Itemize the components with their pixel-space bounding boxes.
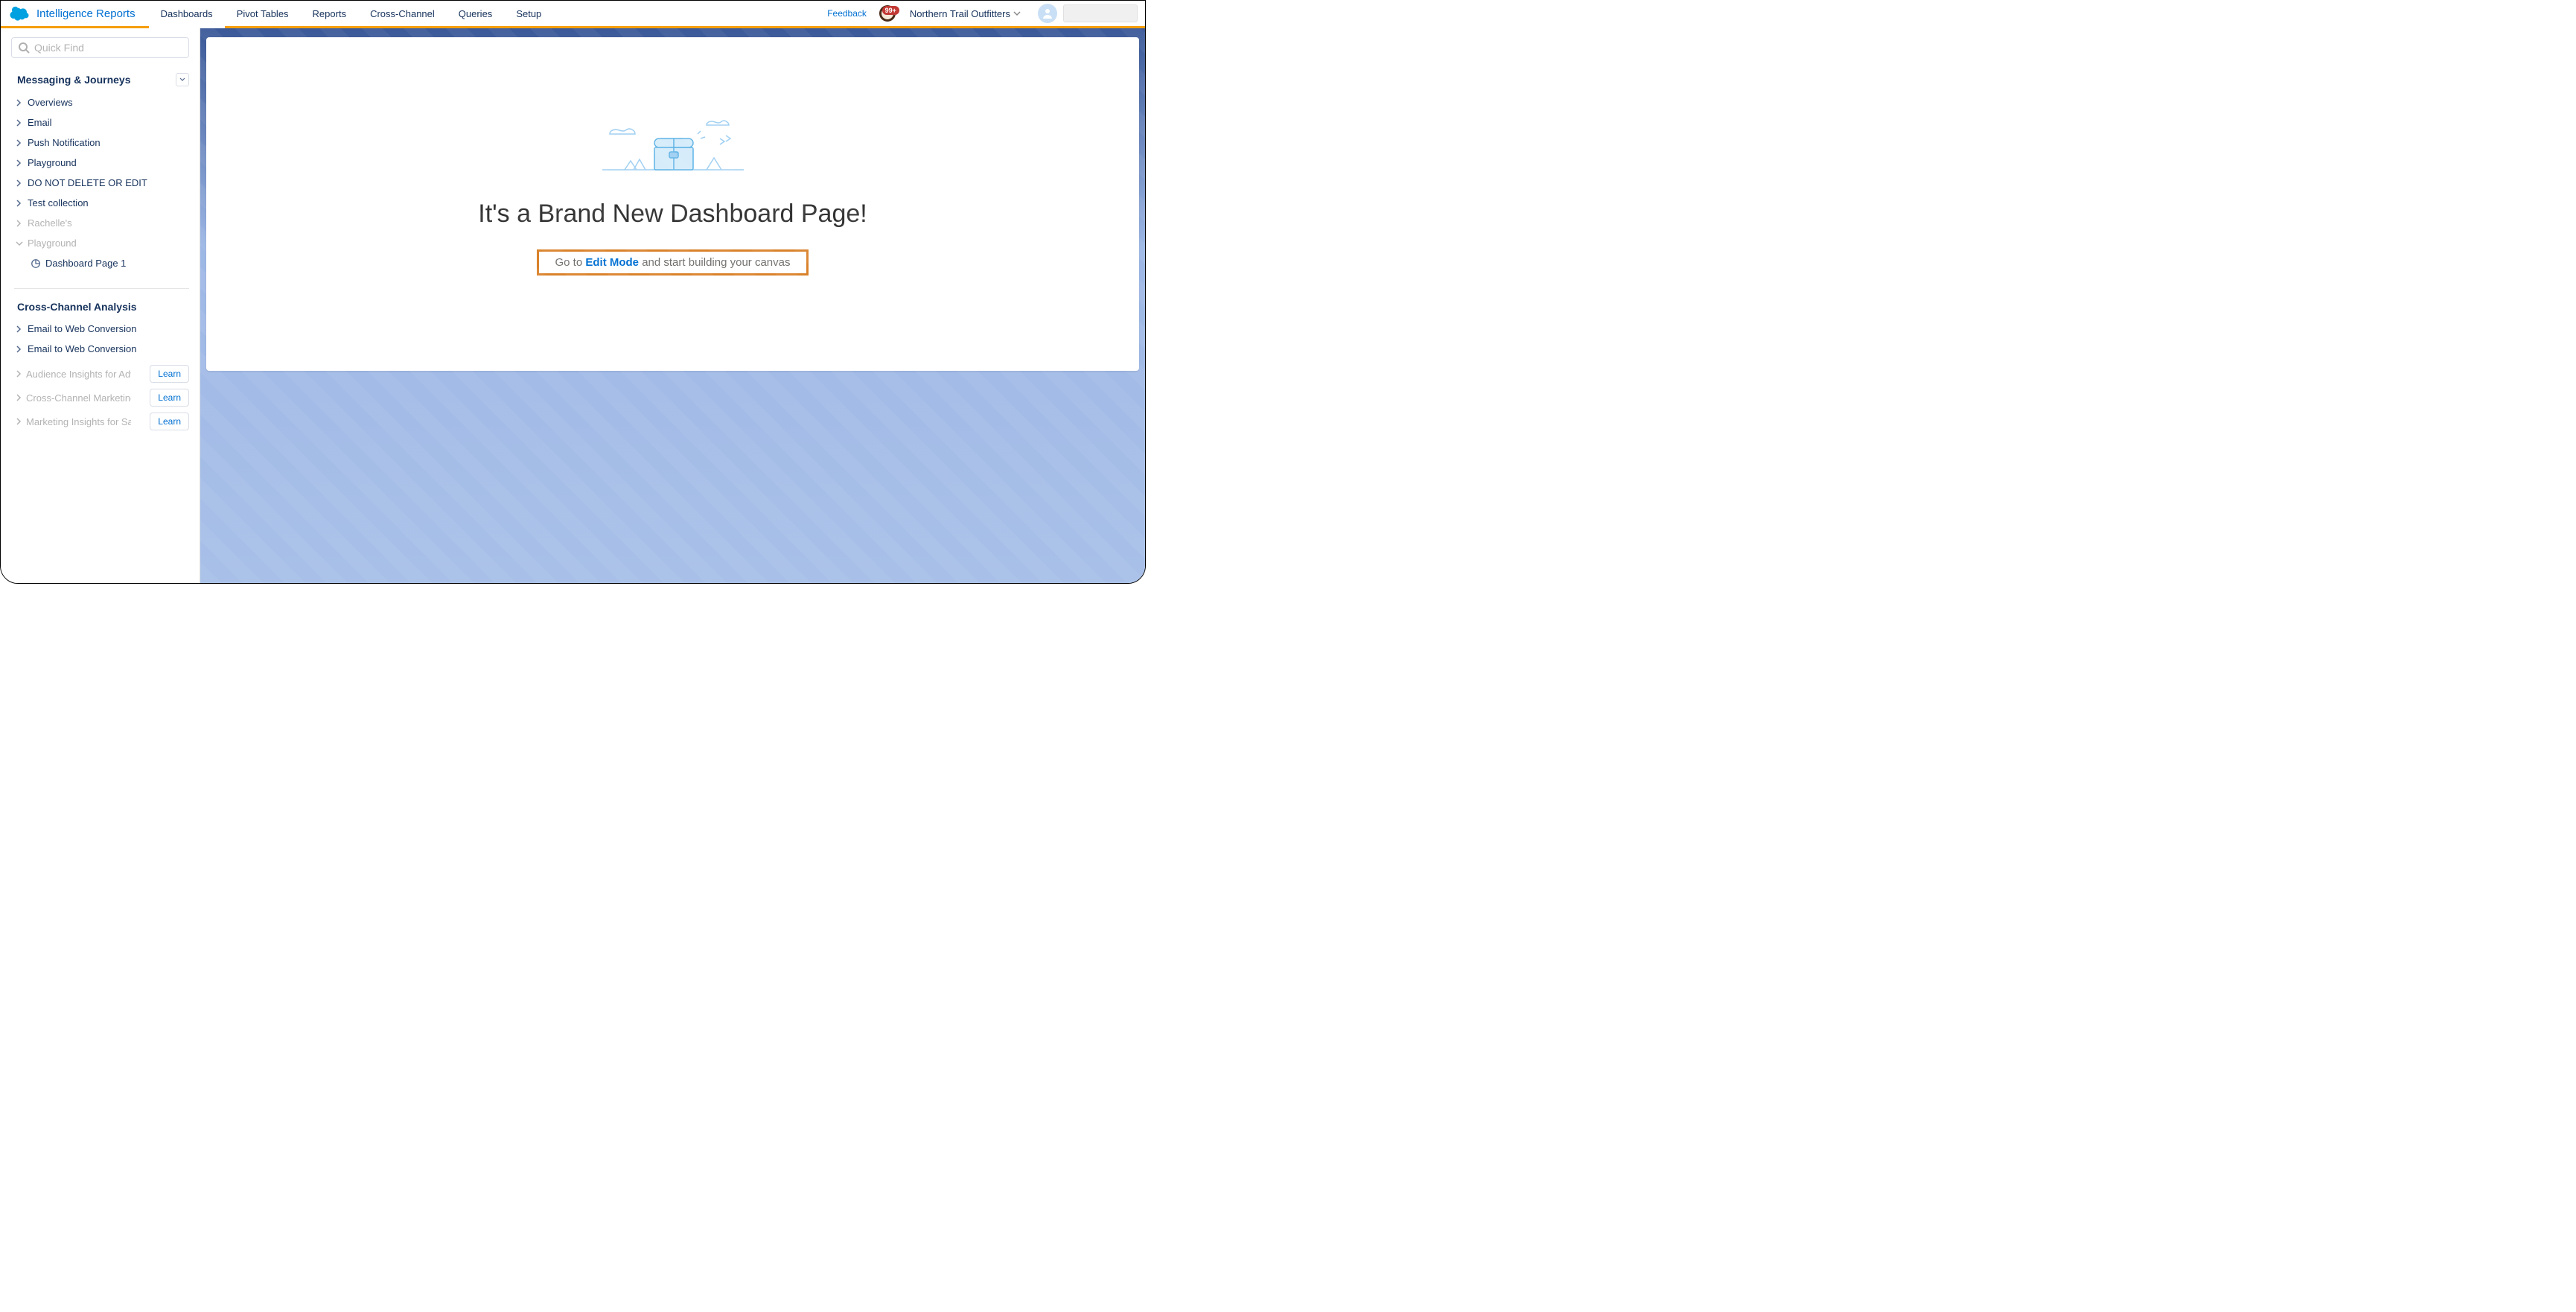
salesforce-cloud-icon: [8, 5, 31, 22]
tree-item-email-web-1[interactable]: Email to Web Conversion: [1, 319, 200, 339]
caret-down-icon: [1013, 10, 1021, 17]
caret-down-icon: [179, 77, 185, 83]
edit-mode-callout: Go to Edit Mode and start building your …: [537, 249, 809, 276]
top-search-placeholder[interactable]: [1063, 4, 1138, 22]
learn-button-cross-channel[interactable]: Learn: [150, 389, 189, 407]
tree-item-rachelles[interactable]: Rachelle's: [1, 213, 200, 233]
learn-button-audience[interactable]: Learn: [150, 365, 189, 383]
tab-queries[interactable]: Queries: [447, 1, 505, 26]
notifications-button[interactable]: 99+: [876, 4, 899, 22]
brand: Intelligence Reports: [1, 1, 149, 26]
tree-item-test-collection[interactable]: Test collection: [1, 193, 200, 213]
tree-item-push[interactable]: Push Notification: [1, 133, 200, 153]
tree-item-do-not-delete[interactable]: DO NOT DELETE OR EDIT: [1, 173, 200, 193]
section-dropdown-button[interactable]: [176, 73, 189, 86]
sidebar: Messaging & Journeys Overviews Email Pus…: [1, 28, 200, 583]
main-tabs: Dashboards Pivot Tables Reports Cross-Ch…: [149, 1, 554, 26]
top-right-controls: Feedback 99+ Northern Trail Outfitters: [818, 1, 1145, 26]
chevron-down-icon: [16, 241, 23, 246]
learn-row-marketing: Marketing Insights for Sal… Learn: [1, 410, 200, 433]
org-switcher[interactable]: Northern Trail Outfitters: [899, 8, 1031, 19]
brand-title: Intelligence Reports: [36, 7, 136, 20]
tab-dashboards[interactable]: Dashboards: [149, 1, 225, 26]
tree-item-overviews[interactable]: Overviews: [1, 92, 200, 112]
tab-cross-channel[interactable]: Cross-Channel: [358, 1, 447, 26]
tab-setup[interactable]: Setup: [504, 1, 553, 26]
sidebar-section-cross-channel: Cross-Channel Analysis: [1, 295, 200, 319]
feedback-link[interactable]: Feedback: [818, 8, 876, 19]
sidebar-section-messaging: Messaging & Journeys: [1, 67, 200, 92]
tree-item-email-web-2[interactable]: Email to Web Conversion: [1, 339, 200, 359]
empty-dashboard-title: It's a Brand New Dashboard Page!: [478, 200, 867, 229]
quick-find[interactable]: [11, 37, 189, 58]
tree-item-dashboard-page-1[interactable]: Dashboard Page 1: [1, 253, 200, 273]
learn-row-cross-channel: Cross-Channel Marketing … Learn: [1, 386, 200, 410]
notification-badge: 99+: [882, 6, 899, 15]
dashboard-canvas: It's a Brand New Dashboard Page! Go to E…: [206, 37, 1139, 371]
learn-row-audience: Audience Insights for Adv… Learn: [1, 362, 200, 386]
sidebar-divider: [14, 288, 189, 289]
tab-pivot-tables[interactable]: Pivot Tables: [225, 1, 301, 26]
sidebar-tree-cross-channel: Email to Web Conversion Email to Web Con…: [1, 319, 200, 362]
treasure-chest-illustration: [595, 112, 751, 179]
edit-mode-link[interactable]: Edit Mode: [585, 256, 639, 269]
tab-reports[interactable]: Reports: [301, 1, 359, 26]
user-icon: [1042, 7, 1053, 19]
quick-find-input[interactable]: [34, 42, 182, 54]
tree-item-email[interactable]: Email: [1, 112, 200, 133]
tree-item-playground[interactable]: Playground: [1, 153, 200, 173]
learn-button-marketing[interactable]: Learn: [150, 413, 189, 430]
main-area: It's a Brand New Dashboard Page! Go to E…: [200, 28, 1145, 583]
sidebar-tree-messaging: Overviews Email Push Notification Playgr…: [1, 92, 200, 282]
dashboard-page-icon: [31, 258, 41, 269]
user-avatar[interactable]: [1038, 4, 1057, 23]
tree-item-playground-2[interactable]: Playground: [1, 233, 200, 253]
top-navbar: Intelligence Reports Dashboards Pivot Ta…: [1, 1, 1145, 28]
search-icon: [18, 42, 30, 54]
